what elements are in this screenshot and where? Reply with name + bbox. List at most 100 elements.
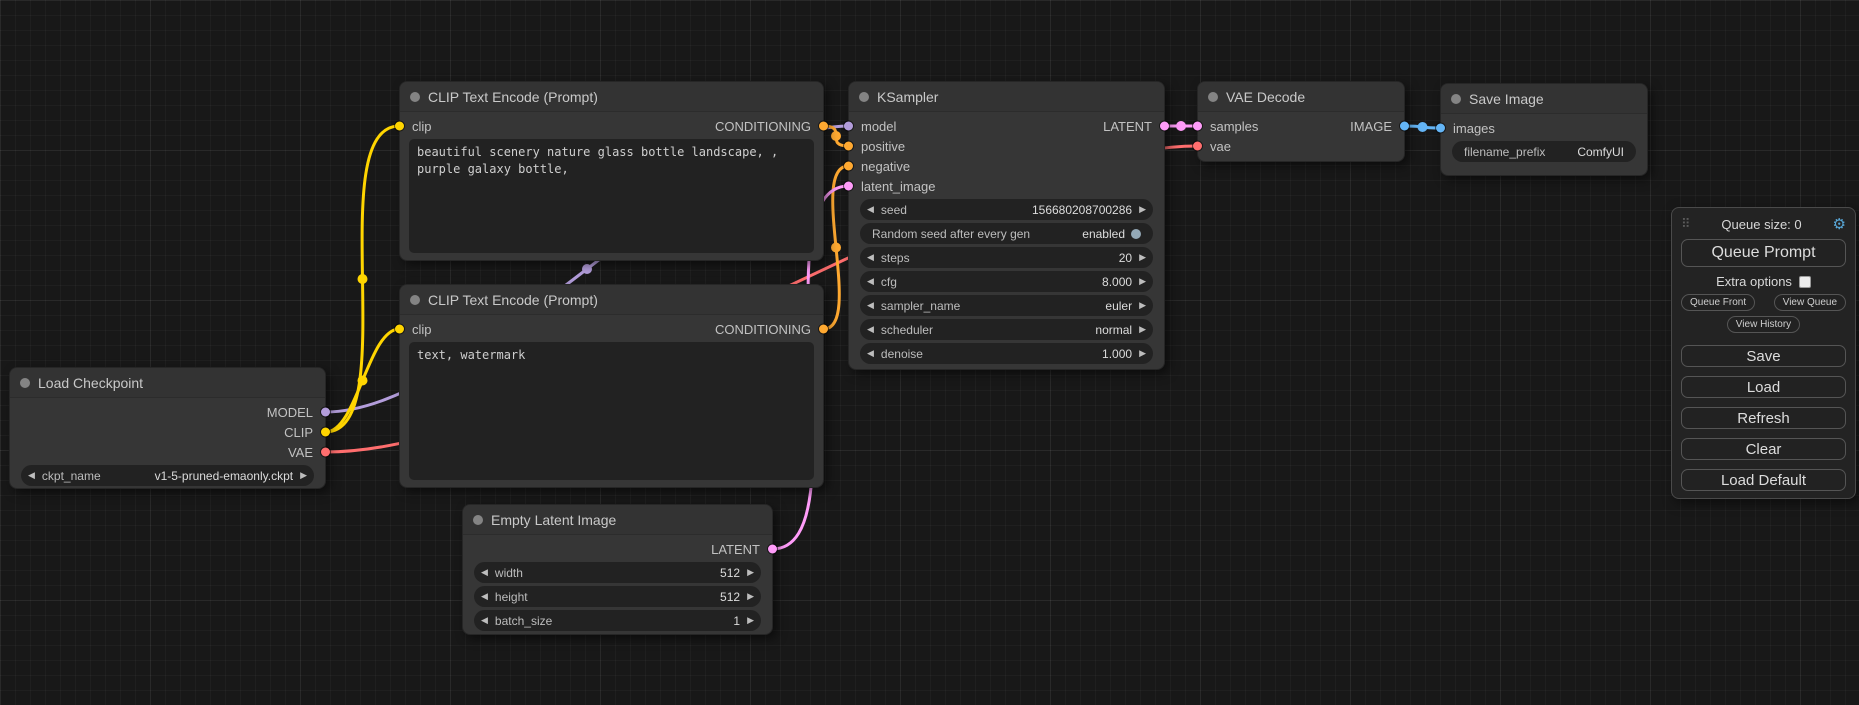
widget-sampler-name[interactable]: ◀ sampler_name euler ▶ xyxy=(860,295,1153,316)
node-vae-decode[interactable]: VAE Decode samples IMAGE vae xyxy=(1197,81,1405,162)
input-label-clip: clip xyxy=(412,322,432,337)
widget-label: batch_size xyxy=(495,614,552,628)
output-port-model[interactable] xyxy=(321,408,330,417)
input-port-images[interactable] xyxy=(1436,124,1445,133)
widget-denoise[interactable]: ◀ denoise 1.000 ▶ xyxy=(860,343,1153,364)
widget-width[interactable]: ◀ width 512 ▶ xyxy=(474,562,761,583)
next-value-arrow-icon[interactable]: ▶ xyxy=(300,471,307,480)
prev-value-arrow-icon[interactable]: ◀ xyxy=(481,592,488,601)
widget-cfg[interactable]: ◀ cfg 8.000 ▶ xyxy=(860,271,1153,292)
prev-value-arrow-icon[interactable]: ◀ xyxy=(867,349,874,358)
link-midpoint-dot[interactable] xyxy=(1418,122,1428,132)
output-port-conditioning[interactable] xyxy=(819,325,828,334)
collapse-dot-icon[interactable] xyxy=(1208,92,1218,102)
prev-value-arrow-icon[interactable]: ◀ xyxy=(481,568,488,577)
queue-prompt-button[interactable]: Queue Prompt xyxy=(1681,239,1846,267)
next-value-arrow-icon[interactable]: ▶ xyxy=(1139,205,1146,214)
node-title-bar[interactable]: Load Checkpoint xyxy=(10,368,325,398)
input-port-positive[interactable] xyxy=(844,142,853,151)
next-value-arrow-icon[interactable]: ▶ xyxy=(1139,301,1146,310)
widget-ckpt-name[interactable]: ◀ ckpt_name v1-5-pruned-emaonly.ckpt ▶ xyxy=(21,465,314,486)
node-title-bar[interactable]: VAE Decode xyxy=(1198,82,1404,112)
collapse-dot-icon[interactable] xyxy=(859,92,869,102)
widget-random-seed-toggle[interactable]: Random seed after every gen enabled xyxy=(860,223,1153,244)
collapse-dot-icon[interactable] xyxy=(410,92,420,102)
widget-filename-prefix[interactable]: filename_prefix ComfyUI xyxy=(1452,141,1636,162)
input-label-clip: clip xyxy=(412,119,432,134)
prev-value-arrow-icon[interactable]: ◀ xyxy=(867,205,874,214)
input-port-negative[interactable] xyxy=(844,162,853,171)
prev-value-arrow-icon[interactable]: ◀ xyxy=(867,253,874,262)
clear-button[interactable]: Clear xyxy=(1681,438,1846,460)
refresh-button[interactable]: Refresh xyxy=(1681,407,1846,429)
output-port-latent[interactable] xyxy=(768,545,777,554)
input-label-images: images xyxy=(1453,121,1495,136)
collapse-dot-icon[interactable] xyxy=(20,378,30,388)
link-midpoint-dot[interactable] xyxy=(831,243,841,253)
node-ksampler[interactable]: KSampler model LATENT positive negative … xyxy=(848,81,1165,370)
input-port-vae[interactable] xyxy=(1193,142,1202,151)
node-clip-text-encode-positive[interactable]: CLIP Text Encode (Prompt) clip CONDITION… xyxy=(399,81,824,261)
next-value-arrow-icon[interactable]: ▶ xyxy=(747,568,754,577)
output-port-conditioning[interactable] xyxy=(819,122,828,131)
prev-value-arrow-icon[interactable]: ◀ xyxy=(867,277,874,286)
drag-handle-icon[interactable]: ⠿ xyxy=(1681,216,1691,232)
view-history-button[interactable]: View History xyxy=(1727,316,1800,333)
output-port-clip[interactable] xyxy=(321,428,330,437)
link-midpoint-dot[interactable] xyxy=(358,274,368,284)
widget-batch-size[interactable]: ◀ batch_size 1 ▶ xyxy=(474,610,761,631)
collapse-dot-icon[interactable] xyxy=(473,515,483,525)
node-empty-latent-image[interactable]: Empty Latent Image LATENT ◀ width 512 ▶ … xyxy=(462,504,773,635)
prev-value-arrow-icon[interactable]: ◀ xyxy=(28,471,35,480)
node-title-bar[interactable]: Empty Latent Image xyxy=(463,505,772,535)
node-clip-text-encode-negative[interactable]: CLIP Text Encode (Prompt) clip CONDITION… xyxy=(399,284,824,488)
widget-seed[interactable]: ◀ seed 156680208700286 ▶ xyxy=(860,199,1153,220)
next-value-arrow-icon[interactable]: ▶ xyxy=(747,616,754,625)
input-port-clip[interactable] xyxy=(395,325,404,334)
settings-gear-icon[interactable]: ⚙ xyxy=(1833,215,1846,233)
load-default-button[interactable]: Load Default xyxy=(1681,469,1846,491)
save-button[interactable]: Save xyxy=(1681,345,1846,367)
input-port-latent-image[interactable] xyxy=(844,182,853,191)
collapse-dot-icon[interactable] xyxy=(1451,94,1461,104)
input-port-model[interactable] xyxy=(844,122,853,131)
view-queue-button[interactable]: View Queue xyxy=(1774,294,1846,311)
prompt-text-area[interactable]: beautiful scenery nature glass bottle la… xyxy=(409,139,814,253)
widget-steps[interactable]: ◀ steps 20 ▶ xyxy=(860,247,1153,268)
widget-height[interactable]: ◀ height 512 ▶ xyxy=(474,586,761,607)
link-midpoint-dot[interactable] xyxy=(358,376,368,386)
prev-value-arrow-icon[interactable]: ◀ xyxy=(867,325,874,334)
next-value-arrow-icon[interactable]: ▶ xyxy=(1139,325,1146,334)
next-value-arrow-icon[interactable]: ▶ xyxy=(1139,253,1146,262)
collapse-dot-icon[interactable] xyxy=(410,295,420,305)
input-port-samples[interactable] xyxy=(1193,122,1202,131)
node-graph-canvas[interactable]: Load Checkpoint MODEL CLIP VAE ◀ ckpt_na… xyxy=(0,0,1859,705)
link-midpoint-dot[interactable] xyxy=(1176,121,1186,131)
output-port-latent[interactable] xyxy=(1160,122,1169,131)
next-value-arrow-icon[interactable]: ▶ xyxy=(1139,349,1146,358)
node-save-image[interactable]: Save Image images filename_prefix ComfyU… xyxy=(1440,83,1648,176)
toggle-knob-icon[interactable] xyxy=(1131,229,1141,239)
load-button[interactable]: Load xyxy=(1681,376,1846,398)
prev-value-arrow-icon[interactable]: ◀ xyxy=(481,616,488,625)
prompt-text-area[interactable]: text, watermark xyxy=(409,342,814,480)
link-midpoint-dot[interactable] xyxy=(582,264,592,274)
node-title-bar[interactable]: CLIP Text Encode (Prompt) xyxy=(400,82,823,112)
node-title-bar[interactable]: Save Image xyxy=(1441,84,1647,114)
widget-value: 512 xyxy=(720,590,740,604)
queue-front-button[interactable]: Queue Front xyxy=(1681,294,1755,311)
node-title-bar[interactable]: KSampler xyxy=(849,82,1164,112)
next-value-arrow-icon[interactable]: ▶ xyxy=(747,592,754,601)
node-title-bar[interactable]: CLIP Text Encode (Prompt) xyxy=(400,285,823,315)
extra-options-checkbox[interactable] xyxy=(1799,276,1811,288)
queue-panel[interactable]: ⠿ Queue size: 0 ⚙ Queue Prompt Extra opt… xyxy=(1671,207,1856,499)
prev-value-arrow-icon[interactable]: ◀ xyxy=(867,301,874,310)
output-port-vae[interactable] xyxy=(321,448,330,457)
next-value-arrow-icon[interactable]: ▶ xyxy=(1139,277,1146,286)
input-port-clip[interactable] xyxy=(395,122,404,131)
port-row-model: model LATENT xyxy=(849,116,1164,136)
node-load-checkpoint[interactable]: Load Checkpoint MODEL CLIP VAE ◀ ckpt_na… xyxy=(9,367,326,489)
widget-scheduler[interactable]: ◀ scheduler normal ▶ xyxy=(860,319,1153,340)
output-port-image[interactable] xyxy=(1400,122,1409,131)
link-midpoint-dot[interactable] xyxy=(831,131,841,141)
